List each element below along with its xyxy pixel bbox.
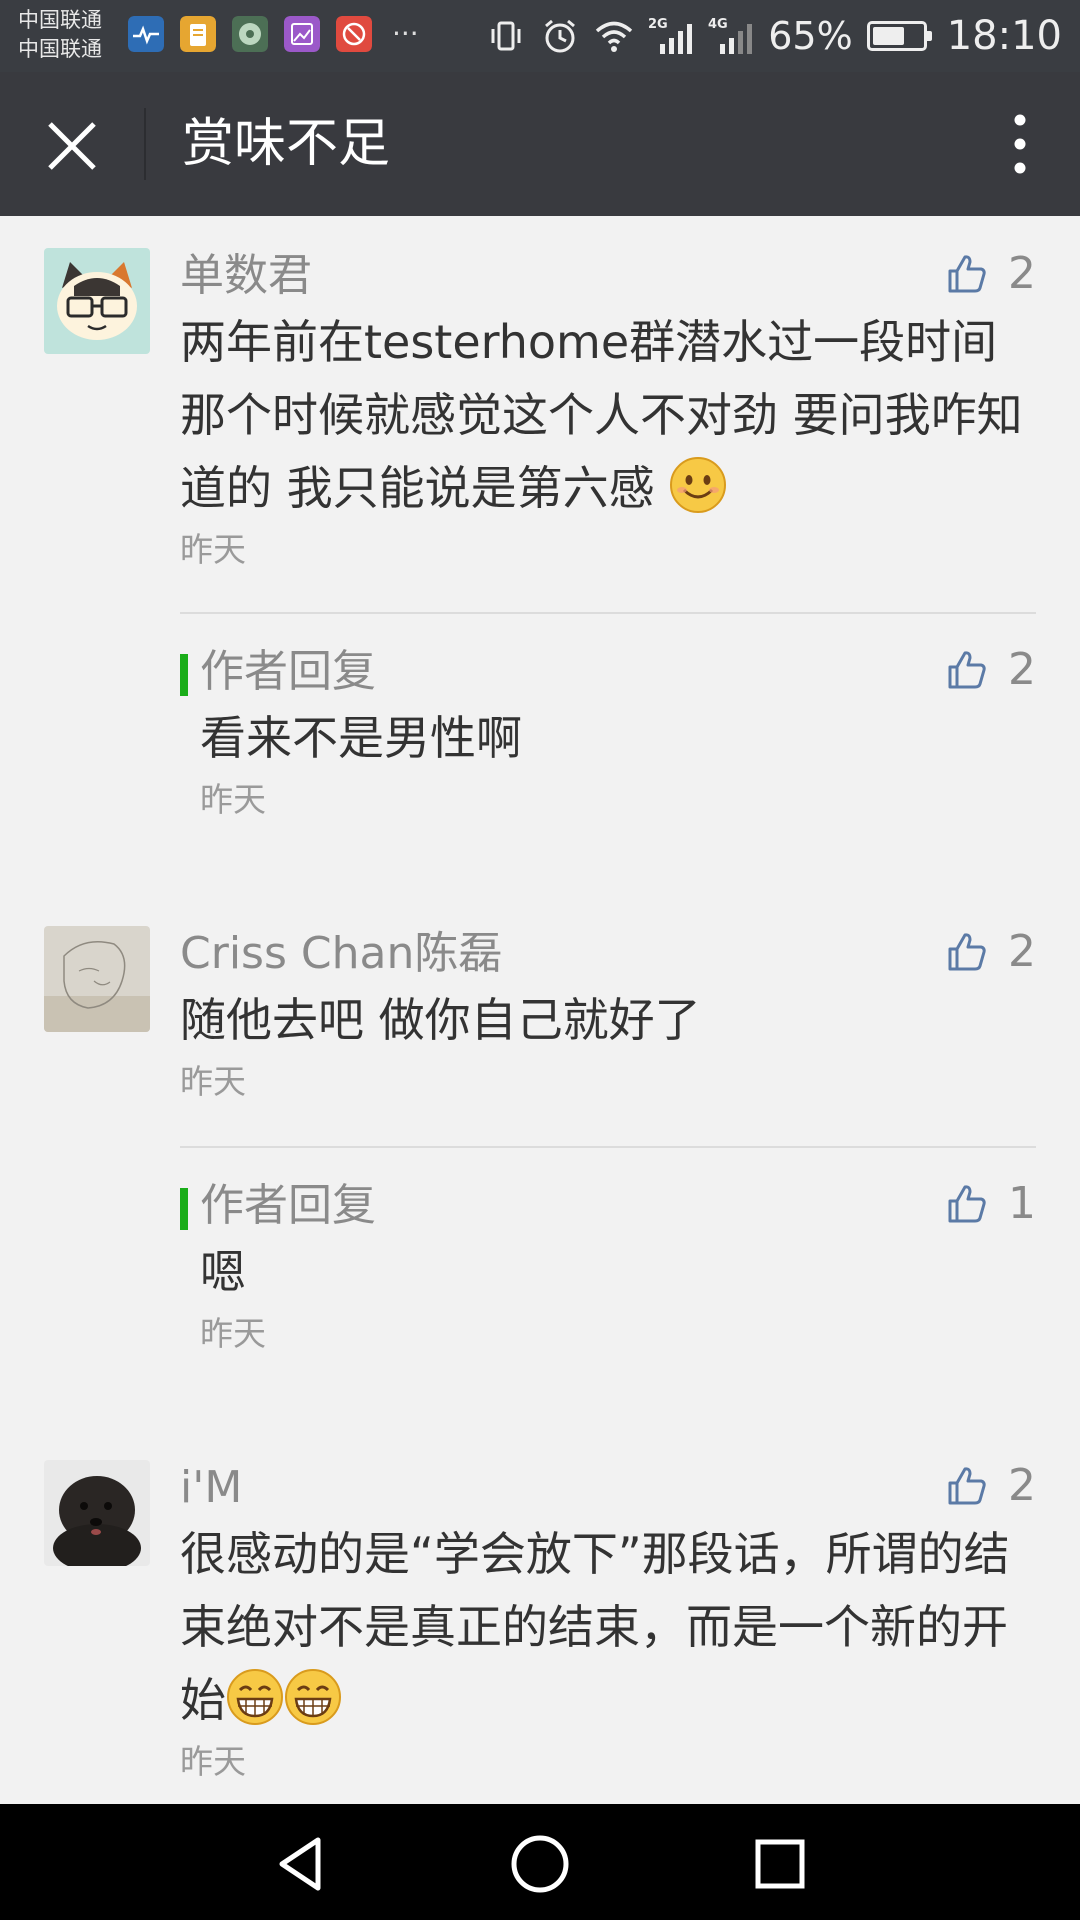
like-count: 2 <box>1008 644 1036 695</box>
like-count: 2 <box>1008 926 1036 977</box>
reply-like-button[interactable]: 1 <box>944 1178 1036 1229</box>
notification-icons: ··· <box>128 16 419 52</box>
like-count: 2 <box>1008 248 1036 299</box>
divider <box>180 1146 1036 1148</box>
signal-4g-icon: 4G <box>708 17 753 54</box>
grin-emoji-icon <box>285 1669 341 1725</box>
comment-nickname[interactable]: Criss Chan陈磊 <box>180 926 1036 982</box>
carrier-2: 中国联通 <box>18 37 102 61</box>
battery-percent: 65% <box>768 14 853 58</box>
system-nav-bar <box>0 1804 1080 1920</box>
thumbs-up-icon <box>948 254 986 292</box>
comment-body: 单数君 2 两年前在testerhome群潜水过一段时间 那个时候就感觉这个人不… <box>180 248 1036 575</box>
cat-avatar-image <box>44 248 150 354</box>
thumbs-up-icon <box>948 932 986 970</box>
like-count: 2 <box>1008 1460 1036 1511</box>
comment-text: 两年前在testerhome群潜水过一段时间 那个时候就感觉这个人不对劲 要问我… <box>180 315 1023 515</box>
app-header: 赏味不足 <box>0 72 1080 216</box>
home-circle-icon[interactable] <box>508 1832 572 1896</box>
reply-like-button[interactable]: 2 <box>944 644 1036 695</box>
battery-icon <box>866 21 932 51</box>
status-right: 2G 4G 65% 18:10 <box>486 0 1062 72</box>
svg-text:2G: 2G <box>648 17 668 32</box>
comment-content: 很感动的是“学会放下”那段话，所谓的结束绝对不是真正的结束，而是一个新的开始 <box>180 1518 1036 1737</box>
close-icon[interactable] <box>40 118 104 174</box>
smile-emoji-icon <box>670 457 727 513</box>
reply-content: 看来不是男性啊 <box>200 711 522 765</box>
vibrate-icon <box>491 21 521 51</box>
comment-time: 昨天 <box>180 530 246 569</box>
carrier-labels: 中国联通 中国联通 <box>18 6 102 64</box>
more-options-icon[interactable] <box>990 110 1050 178</box>
music-app-icon <box>232 16 268 52</box>
comment-body: Criss Chan陈磊 2 随他去吧 做你自己就好了 昨天 <box>180 926 1036 1107</box>
like-count: 1 <box>1008 1178 1036 1229</box>
comment-content: 随他去吧 做你自己就好了 <box>180 993 701 1047</box>
grin-emoji-icon <box>227 1669 283 1725</box>
like-button[interactable]: 2 <box>944 926 1036 977</box>
health-app-icon <box>128 16 164 52</box>
comment-nickname[interactable]: i'M <box>180 1460 1036 1516</box>
recents-square-icon[interactable] <box>748 1832 812 1896</box>
reply-label: 作者回复 <box>200 1180 376 1231</box>
carrier-1: 中国联通 <box>18 8 102 32</box>
reply-time: 昨天 <box>200 1314 266 1353</box>
thumbs-up-icon <box>948 1184 986 1222</box>
comment-body: i'M 2 很感动的是“学会放下”那段话，所谓的结束绝对不是真正的结束，而是一个… <box>180 1460 1036 1787</box>
signal-2g-icon: 2G <box>648 17 693 54</box>
clipboard-app-icon <box>180 16 216 52</box>
avatar[interactable] <box>44 1460 150 1566</box>
battery-fill <box>872 27 904 45</box>
gallery-app-icon <box>284 16 320 52</box>
comment-time: 昨天 <box>180 1742 246 1781</box>
comment-content: 两年前在testerhome群潜水过一段时间 那个时候就感觉这个人不对劲 要问我… <box>180 306 1036 525</box>
thumbs-up-icon <box>948 650 986 688</box>
divider <box>180 612 1036 614</box>
status-bar: 中国联通 中国联通 ··· 2G 4G 65% 18:10 <box>0 0 1080 72</box>
wifi-icon <box>596 21 633 52</box>
svg-text:4G: 4G <box>708 17 728 32</box>
dog-avatar-image <box>44 1460 150 1566</box>
more-notifications-icon: ··· <box>392 17 419 50</box>
author-reply: 作者回复 2 看来不是男性啊 昨天 <box>180 644 1036 825</box>
reply-accent-bar <box>180 654 188 696</box>
avatar[interactable] <box>44 926 150 1032</box>
reply-time: 昨天 <box>200 780 266 819</box>
comment-time: 昨天 <box>180 1062 246 1101</box>
author-reply: 作者回复 1 嗯 昨天 <box>180 1178 1036 1359</box>
tool-app-icon <box>336 16 372 52</box>
avatar[interactable] <box>44 248 150 354</box>
alarm-icon <box>545 19 576 53</box>
comment-list[interactable]: 单数君 2 两年前在testerhome群潜水过一段时间 那个时候就感觉这个人不… <box>0 216 1080 1804</box>
back-triangle-icon[interactable] <box>270 1832 334 1896</box>
reply-label: 作者回复 <box>200 646 376 697</box>
sketch-avatar-image <box>44 926 150 1032</box>
like-button[interactable]: 2 <box>944 1460 1036 1511</box>
page-title: 赏味不足 <box>182 114 391 174</box>
header-divider <box>144 108 146 180</box>
reply-header: 作者回复 2 <box>180 644 1036 702</box>
reply-accent-bar <box>180 1188 188 1230</box>
reply-header: 作者回复 1 <box>180 1178 1036 1236</box>
like-button[interactable]: 2 <box>944 248 1036 299</box>
thumbs-up-icon <box>948 1466 986 1504</box>
reply-content: 嗯 <box>200 1245 246 1299</box>
comment-nickname[interactable]: 单数君 <box>180 248 1036 304</box>
clock: 18:10 <box>946 13 1062 59</box>
